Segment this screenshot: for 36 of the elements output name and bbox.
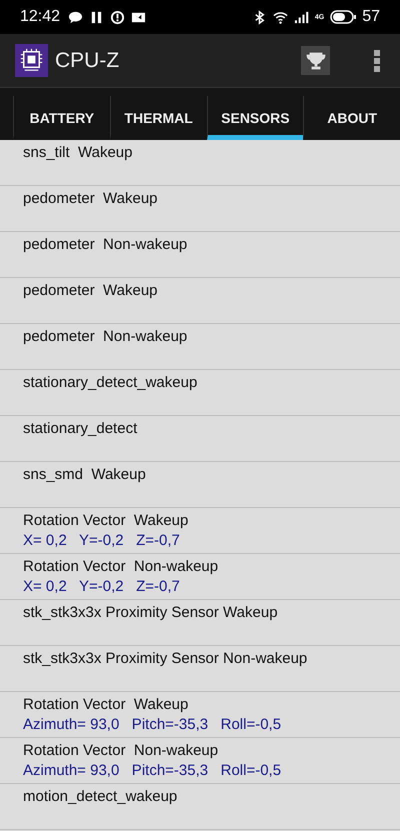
alert-icon [110, 10, 126, 24]
sensor-name: Rotation Vector Wakeup [23, 695, 190, 715]
signal-icon [294, 10, 309, 24]
sensor-name: Rotation Vector Wakeup [23, 511, 190, 531]
sensor-value: X= 0,2 Y=-0,2 Z=-0,7 [23, 531, 181, 551]
sensor-name: pedometer Non-wakeup [23, 327, 188, 347]
sensor-name: Rotation Vector Non-wakeup [23, 557, 220, 577]
clock: 12:42 [20, 8, 60, 26]
tab[interactable]: BATTERY [13, 96, 110, 140]
chat-bubble-icon [68, 10, 84, 24]
sensor-value: Azimuth= 93,0 Pitch=-35,3 Roll=-0,5 [23, 761, 282, 781]
tab[interactable]: THERMAL [110, 96, 206, 140]
sensor-name: pedometer Wakeup [23, 281, 159, 301]
sensor-name: pedometer Non-wakeup [23, 235, 188, 255]
chip-logo-icon [15, 44, 48, 77]
sensor-name: Rotation Vector Non-wakeup [23, 741, 220, 761]
sensor-name: sns_tilt Wakeup [23, 143, 134, 163]
trophy-button[interactable] [301, 46, 330, 75]
sensor-name: stk_stk3x3x Proximity Sensor Wakeup [23, 603, 279, 623]
sensor-name: motion_detect_wakeup [23, 787, 178, 807]
sensor-name: stk_stk3x3x Proximity Sensor Non-wakeup [23, 649, 308, 669]
more-icon [374, 48, 380, 72]
wifi-icon [272, 10, 288, 24]
sensor-value: Azimuth= 93,0 Pitch=-35,3 Roll=-0,5 [23, 715, 282, 735]
sensor-name: sns_smd Wakeup [23, 465, 147, 485]
battery-percent: 57 [362, 8, 380, 26]
trophy-icon [306, 50, 326, 70]
sensor-name: pedometer Wakeup [23, 189, 159, 209]
tab[interactable]: SENSORS [206, 96, 304, 140]
sensor-name: stationary_detect [23, 419, 138, 439]
sensor-name: stationary_detect_wakeup [23, 373, 198, 393]
more-options-button[interactable] [374, 48, 380, 72]
battery-icon [330, 10, 356, 24]
tab[interactable]: ABOUT [303, 96, 400, 140]
sensor-value: X= 0,2 Y=-0,2 Z=-0,7 [23, 577, 181, 597]
app-title: CPU-Z [55, 48, 120, 72]
